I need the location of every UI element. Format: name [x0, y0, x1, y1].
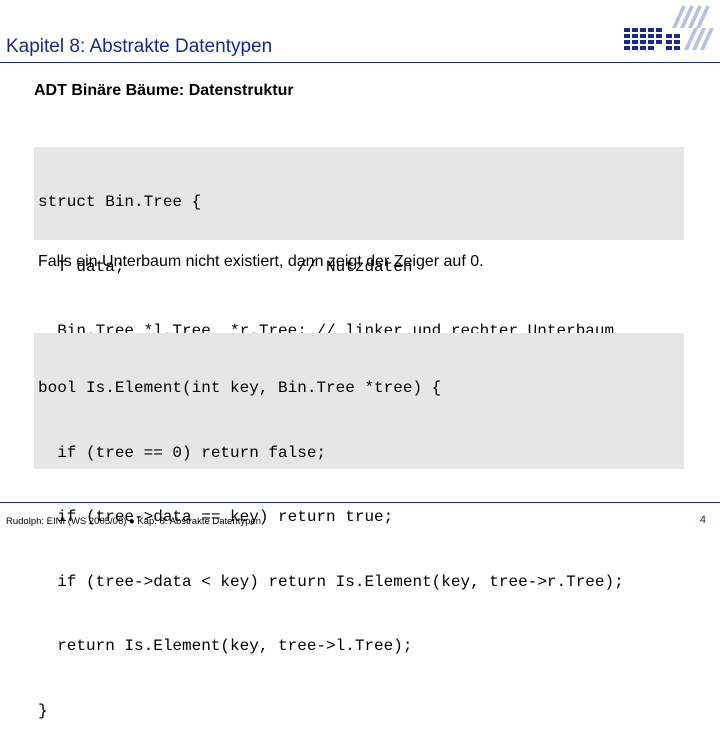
- code-line: if (tree == 0) return false;: [38, 443, 327, 462]
- code-block-function: bool Is.Element(int key, Bin.Tree *tree)…: [34, 333, 684, 720]
- code-line: return Is.Element(key, tree->l.Tree);: [38, 637, 413, 655]
- code-block-struct: struct Bin.Tree { T data; // Nutzdaten B…: [34, 147, 684, 405]
- footer-text: Rudolph: EINI (WS 2005/06) ● Kap. 8: Abs…: [6, 516, 261, 527]
- code-line: }: [38, 701, 48, 720]
- section-heading: ADT Binäre Bäume: Datenstruktur: [34, 82, 294, 99]
- code-line: bool Is.Element(int key, Bin.Tree *tree)…: [38, 379, 442, 397]
- explanation-text: Falls ein Unterbaum nicht existiert, dan…: [38, 253, 484, 270]
- code-line: struct Bin.Tree {: [38, 193, 202, 211]
- code-line: if (tree->data < key) return Is.Element(…: [38, 572, 624, 591]
- title-divider: [0, 62, 720, 63]
- university-logo: [624, 6, 714, 50]
- slide-title: Kapitel 8: Abstrakte Datentypen: [6, 36, 273, 57]
- page-number: 4: [699, 514, 706, 526]
- footer-divider: [0, 502, 720, 503]
